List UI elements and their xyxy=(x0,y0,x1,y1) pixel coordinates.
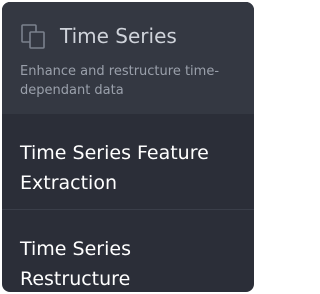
menu-item-label: Time Series Feature Extraction xyxy=(20,142,209,194)
category-title: Time Series xyxy=(60,24,177,48)
menu-item-restructure[interactable]: Time Series Restructure xyxy=(2,218,254,292)
category-title-row: Time Series xyxy=(20,22,177,50)
menu-item-feature-extraction[interactable]: Time Series Feature Extraction xyxy=(2,122,254,218)
copy-icon xyxy=(20,22,48,50)
category-description: Enhance and restructure time-dependant d… xyxy=(20,64,220,98)
menu-item-label: Time Series Restructure xyxy=(20,238,131,290)
category-header: Time Series Enhance and restructure time… xyxy=(2,2,254,114)
time-series-menu: Time Series Enhance and restructure time… xyxy=(2,2,254,292)
divider xyxy=(2,209,254,210)
